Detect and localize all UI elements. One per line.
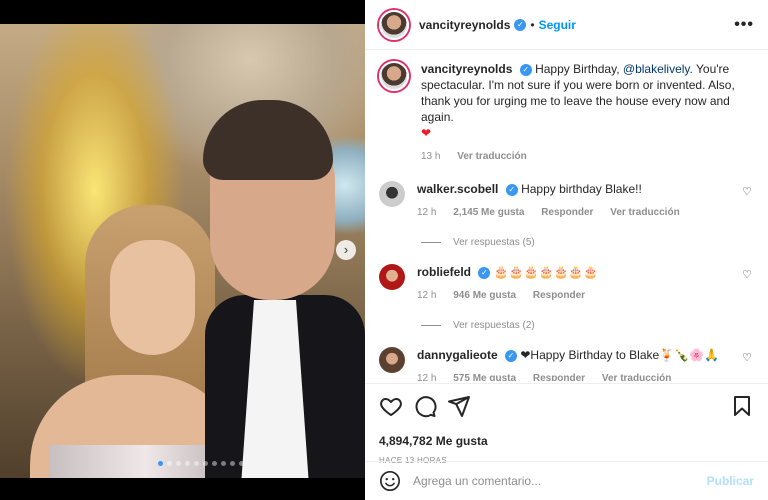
- comment-reply-button[interactable]: Responder: [533, 290, 585, 301]
- comment-likes-link[interactable]: 2,145 Me gusta: [453, 207, 524, 218]
- photo-letterbox-bottom: [0, 478, 365, 500]
- carousel-dots: [158, 461, 244, 466]
- carousel-dot: [212, 461, 217, 466]
- carousel-dot: [203, 461, 208, 466]
- caption-text-start: Happy Birthday,: [535, 62, 623, 76]
- verified-badge-icon: ✓: [519, 63, 532, 76]
- caption-meta: 13 h Ver traducción: [421, 149, 754, 165]
- carousel-next-button[interactable]: ›: [336, 240, 356, 260]
- caption: vancityreynolds ✓ Happy Birthday, @blake…: [379, 51, 754, 165]
- post-header: vancityreynolds ✓ • Seguir •••: [365, 0, 768, 50]
- comment-input[interactable]: [413, 474, 707, 488]
- comment-reply-button[interactable]: Responder: [541, 207, 593, 218]
- commenter-username[interactable]: dannygalieote: [417, 348, 498, 362]
- replies-divider: [421, 325, 441, 326]
- post-sidebar: vancityreynolds ✓ • Seguir ••• vancityre…: [365, 0, 768, 500]
- verified-badge-icon: ✓: [514, 18, 527, 31]
- commenter-avatar[interactable]: [379, 181, 405, 207]
- commenter-avatar[interactable]: [379, 347, 405, 373]
- carousel-dot: [158, 461, 163, 466]
- comment-item: robliefeld ✓ 🎂🎂🎂🎂🎂🎂🎂 12 h 946 Me gusta R…: [379, 264, 754, 304]
- photo-letterbox-top: [0, 0, 365, 24]
- comment-text: 🎂🎂🎂🎂🎂🎂🎂: [493, 265, 599, 279]
- comment-text: Happy birthday Blake!!: [521, 182, 642, 196]
- bookmark-icon[interactable]: [730, 394, 754, 418]
- post-comment-button[interactable]: Publicar: [707, 474, 754, 488]
- commenter-username[interactable]: walker.scobell: [417, 182, 498, 196]
- heart-icon[interactable]: [379, 394, 403, 418]
- caption-translate-link[interactable]: Ver traducción: [457, 151, 526, 162]
- comment-heart-icon[interactable]: ♡: [742, 268, 752, 281]
- carousel-dot: [230, 461, 235, 466]
- view-replies-label: Ver respuestas (2): [453, 320, 535, 331]
- comment-icon[interactable]: [413, 394, 437, 418]
- post-actions: 4,894,782 Me gusta HACE 13 HORAS: [365, 383, 768, 465]
- comment-text: ❤Happy Birthday to Blake🍹🍾🌸🙏: [520, 348, 719, 362]
- more-options-icon[interactable]: •••: [734, 16, 754, 34]
- add-comment-bar: Publicar: [365, 461, 768, 500]
- caption-avatar[interactable]: [379, 61, 409, 91]
- carousel-dot: [239, 461, 244, 466]
- photo-person-right: [195, 100, 365, 500]
- comment-meta: 12 h 2,145 Me gusta Responder Ver traduc…: [417, 205, 754, 221]
- commenter-username[interactable]: robliefeld: [417, 265, 471, 279]
- share-icon[interactable]: [447, 394, 471, 418]
- verified-badge-icon: ✓: [505, 183, 518, 196]
- verified-badge-icon: ✓: [478, 266, 491, 279]
- comment-heart-icon[interactable]: ♡: [742, 185, 752, 198]
- comments-list[interactable]: vancityreynolds ✓ Happy Birthday, @blake…: [365, 51, 768, 381]
- likes-count[interactable]: 4,894,782 Me gusta: [379, 434, 754, 448]
- comment-translate-link[interactable]: Ver traducción: [610, 207, 679, 218]
- emoji-icon[interactable]: [379, 470, 401, 492]
- author-username[interactable]: vancityreynolds: [419, 18, 510, 32]
- view-replies-button[interactable]: Ver respuestas (5): [421, 237, 754, 248]
- follow-button[interactable]: Seguir: [539, 18, 576, 32]
- commenter-avatar[interactable]: [379, 264, 405, 290]
- caption-time: 13 h: [421, 151, 441, 162]
- view-replies-button[interactable]: Ver respuestas (2): [421, 320, 754, 331]
- comment-heart-icon[interactable]: ♡: [742, 351, 752, 364]
- caption-heart-emoji: ❤: [421, 126, 432, 140]
- post-photo[interactable]: ›: [0, 0, 365, 500]
- header-separator: •: [530, 17, 535, 32]
- comment-meta: 12 h 575 Me gusta Responder Ver traducci…: [417, 371, 754, 381]
- carousel-dot: [176, 461, 181, 466]
- comment-likes-link[interactable]: 946 Me gusta: [453, 290, 516, 301]
- comment-item: dannygalieote ✓ ❤Happy Birthday to Blake…: [379, 347, 754, 381]
- comment-time: 12 h: [417, 207, 437, 218]
- comment-meta: 12 h 946 Me gusta Responder: [417, 288, 754, 304]
- carousel-dot: [221, 461, 226, 466]
- comment-time: 12 h: [417, 373, 437, 381]
- carousel-dot: [167, 461, 172, 466]
- comment-reply-button[interactable]: Responder: [533, 373, 585, 381]
- caption-mention-link[interactable]: @blakelively: [623, 62, 690, 76]
- carousel-dot: [185, 461, 190, 466]
- author-avatar[interactable]: [379, 9, 409, 40]
- caption-username[interactable]: vancityreynolds: [421, 62, 512, 76]
- carousel-dot: [194, 461, 199, 466]
- comment-time: 12 h: [417, 290, 437, 301]
- verified-badge-icon: ✓: [505, 349, 518, 362]
- comment-translate-link[interactable]: Ver traducción: [602, 373, 671, 381]
- view-replies-label: Ver respuestas (5): [453, 237, 535, 248]
- comment-item: walker.scobell ✓ Happy birthday Blake!! …: [379, 181, 754, 221]
- comment-likes-link[interactable]: 575 Me gusta: [453, 373, 516, 381]
- action-icons: [379, 394, 754, 418]
- replies-divider: [421, 242, 441, 243]
